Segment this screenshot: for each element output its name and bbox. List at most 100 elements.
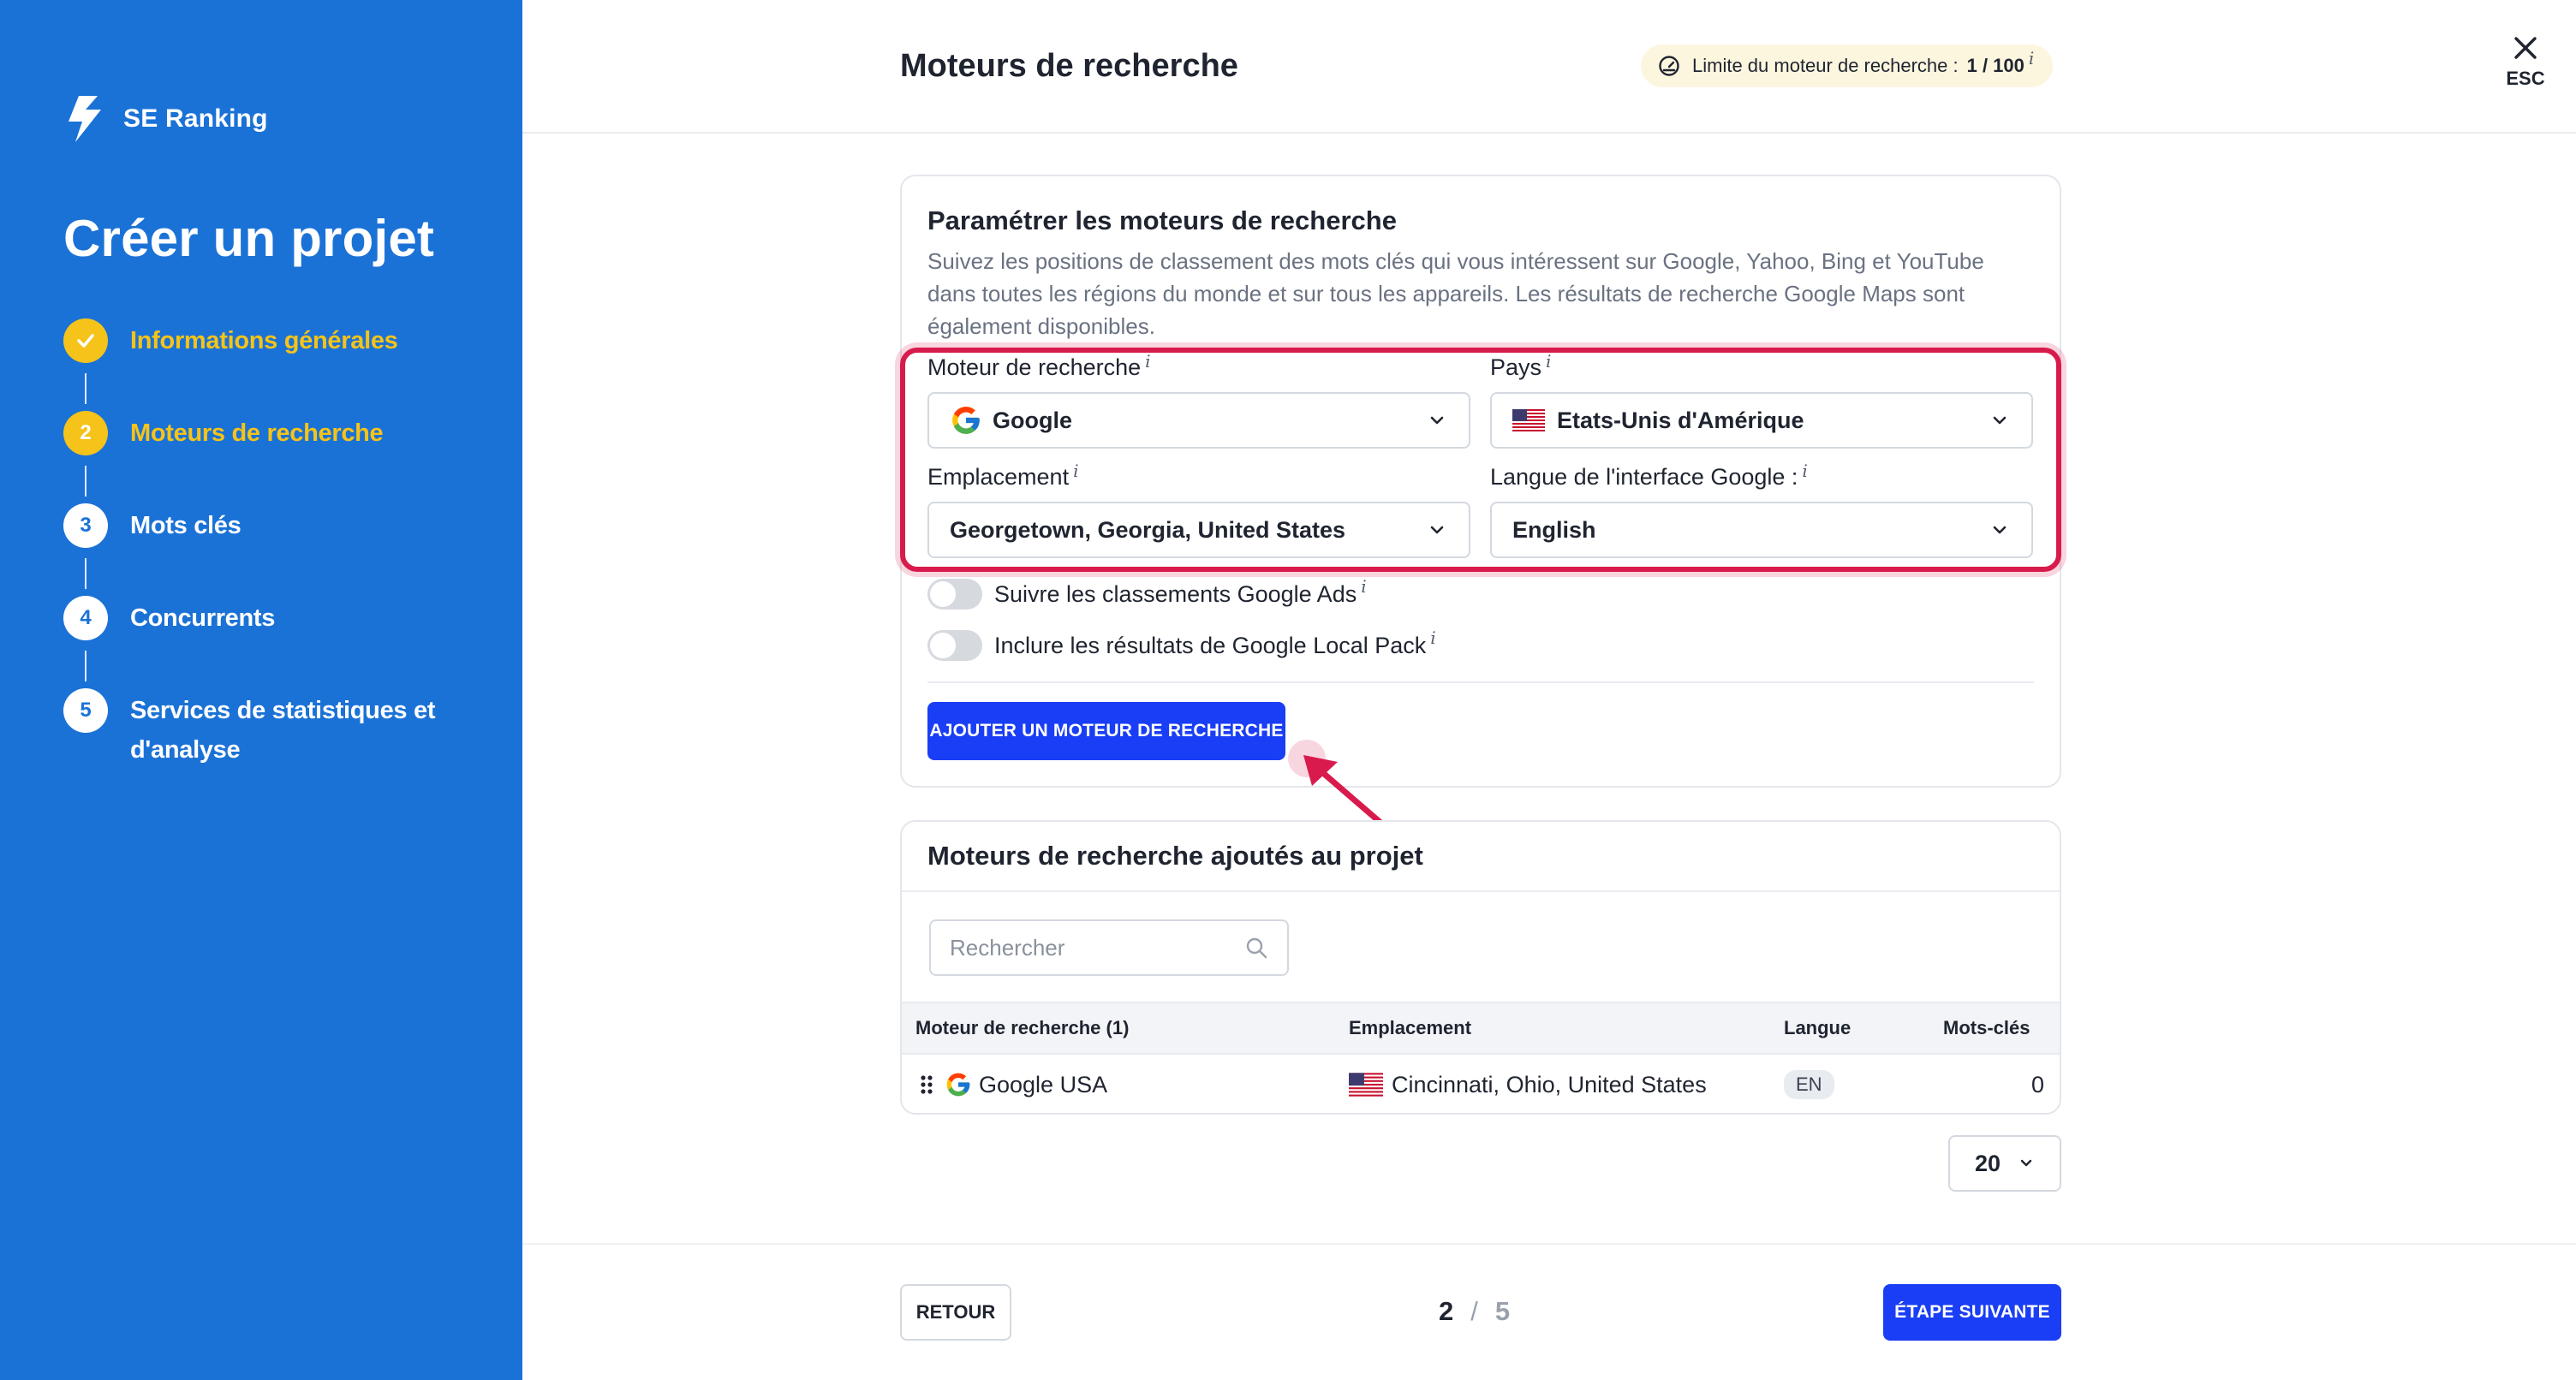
total-steps: 5	[1494, 1296, 1511, 1326]
header-bar	[522, 0, 2576, 134]
chevron-down-icon	[2020, 1159, 2032, 1167]
us-flag-icon	[1349, 1073, 1383, 1097]
step-label: Concurrents	[130, 604, 276, 632]
us-flag-icon	[1512, 409, 1545, 431]
page-title: Moteurs de recherche	[900, 48, 1238, 84]
sidebar-title: Créer un projet	[63, 210, 435, 267]
chevron-down-icon	[1430, 416, 1444, 425]
location-text: Cincinnati, Ohio, United States	[1392, 1071, 1707, 1097]
back-button[interactable]: RETOUR	[900, 1284, 1011, 1341]
step-competitors[interactable]: 4 Concurrents	[63, 596, 275, 640]
chevron-down-icon	[1993, 416, 2007, 425]
info-icon[interactable]: i	[2029, 48, 2034, 68]
table-header: Moteur de recherche (1) Emplacement Lang…	[902, 1002, 2060, 1055]
engine-value: Google	[993, 407, 1072, 433]
esc-label: ESC	[2506, 68, 2545, 89]
setup-description: Suivez les positions de classement des m…	[927, 248, 1984, 339]
col-language[interactable]: Langue	[1784, 1003, 1851, 1053]
local-pack-toggle-row: Inclure les résultats de Google Local Pa…	[927, 628, 1436, 661]
step-connector	[85, 651, 86, 681]
limit-label: Limite du moteur de recherche :	[1692, 55, 1959, 76]
google-ads-toggle[interactable]	[927, 579, 982, 610]
local-pack-toggle[interactable]	[927, 630, 982, 661]
step-keywords[interactable]: 3 Mots clés	[63, 503, 242, 548]
footer-divider	[522, 1243, 2576, 1245]
location-select[interactable]: Georgetown, Georgia, United States	[927, 502, 1470, 558]
col-engine[interactable]: Moteur de recherche (1)	[915, 1003, 1129, 1053]
info-icon[interactable]: i	[1145, 351, 1150, 372]
step-analytics-services[interactable]: 5 Services de statistiques et d'analyse	[63, 688, 456, 770]
setup-title: Paramétrer les moteurs de recherche	[927, 205, 1397, 235]
language-badge: EN	[1784, 1070, 1834, 1099]
step-general-info[interactable]: Informations générales	[63, 318, 398, 363]
divider	[927, 681, 2034, 683]
step-label: Informations générales	[130, 327, 398, 354]
page-size-select[interactable]: 20	[1948, 1135, 2061, 1192]
google-ads-toggle-label: Suivre les classements Google Ads	[994, 580, 1357, 607]
brand-logo[interactable]: SE Ranking	[63, 94, 268, 144]
close-icon	[2514, 37, 2537, 59]
language-cell: EN	[1784, 1055, 1834, 1113]
step-label: Moteurs de recherche	[130, 419, 384, 447]
location-label: Emplacement i	[927, 461, 1078, 491]
search-placeholder: Rechercher	[950, 934, 1065, 961]
country-value: Etats-Unis d'Amérique	[1557, 407, 1804, 433]
gauge-icon	[1659, 56, 1679, 76]
step-label: Services de statistiques et d'analyse	[130, 697, 436, 764]
engine-select[interactable]: Google	[927, 392, 1470, 449]
location-label-text: Emplacement	[927, 464, 1070, 490]
step-number: 2	[63, 411, 108, 455]
chevron-down-icon	[1993, 526, 2007, 534]
country-label-text: Pays	[1490, 354, 1542, 380]
step-progress: 2 / 5	[1439, 1296, 1510, 1327]
step-connector	[85, 466, 86, 497]
added-engines-title: Moteurs de recherche ajoutés au projet	[927, 841, 1423, 871]
language-label-text: Langue de l'interface Google :	[1490, 464, 1798, 490]
close-button[interactable]: ESC	[2496, 34, 2555, 90]
added-engines-header: Moteurs de recherche ajoutés au projet	[902, 822, 2060, 892]
current-step: 2	[1439, 1296, 1454, 1326]
added-engines-card: Moteurs de recherche ajoutés au projet R…	[900, 820, 2061, 1115]
info-icon[interactable]: i	[1073, 461, 1078, 481]
info-icon[interactable]: i	[1430, 628, 1435, 648]
engine-label: Moteur de recherche i	[927, 351, 1151, 381]
location-cell: Cincinnati, Ohio, United States	[1349, 1055, 1707, 1113]
sidebar: SE Ranking Créer un projet Informations …	[0, 0, 522, 1380]
next-step-button[interactable]: ÉTAPE SUIVANTE	[1883, 1284, 2061, 1341]
page-size-value: 20	[1974, 1150, 2001, 1176]
drag-handle-icon[interactable]	[919, 1074, 934, 1096]
country-select[interactable]: Etats-Unis d'Amérique	[1490, 392, 2033, 449]
col-location[interactable]: Emplacement	[1349, 1003, 1471, 1053]
search-input[interactable]: Rechercher	[929, 919, 1289, 976]
search-icon	[1246, 937, 1267, 959]
country-label: Pays i	[1490, 351, 1551, 381]
engine-cell: Google USA	[919, 1055, 1108, 1113]
progress-separator: /	[1470, 1296, 1478, 1326]
se-ranking-logo-icon	[69, 96, 101, 142]
google-logo-icon	[946, 1073, 970, 1097]
language-select[interactable]: English	[1490, 502, 2033, 558]
chevron-down-icon	[1430, 526, 1444, 534]
brand-name: SE Ranking	[123, 104, 268, 133]
table-row[interactable]: Google USA Cincinnati, Ohio, United Stat…	[902, 1055, 2060, 1113]
step-label: Mots clés	[130, 512, 242, 539]
col-keywords[interactable]: Mots-clés	[1943, 1003, 2030, 1053]
step-number: 3	[63, 503, 108, 548]
step-number: 4	[63, 596, 108, 640]
step-connector	[85, 373, 86, 404]
step-search-engines[interactable]: 2 Moteurs de recherche	[63, 411, 384, 455]
language-value: English	[1512, 516, 1596, 543]
add-search-engine-button[interactable]: AJOUTER UN MOTEUR DE RECHERCHE	[927, 702, 1285, 760]
engine-label-text: Moteur de recherche	[927, 354, 1142, 380]
info-icon[interactable]: i	[1361, 576, 1366, 597]
info-icon[interactable]: i	[1546, 351, 1551, 372]
step-connector	[85, 558, 86, 589]
location-value: Georgetown, Georgia, United States	[950, 516, 1346, 543]
limit-value: 1 / 100	[1966, 55, 2024, 76]
info-icon[interactable]: i	[1802, 461, 1807, 481]
local-pack-toggle-label: Inclure les résultats de Google Local Pa…	[994, 632, 1427, 658]
google-logo-icon	[952, 407, 980, 434]
google-ads-toggle-row: Suivre les classements Google Ads i	[927, 576, 1367, 610]
engine-name: Google USA	[979, 1071, 1108, 1097]
check-icon	[63, 318, 108, 363]
